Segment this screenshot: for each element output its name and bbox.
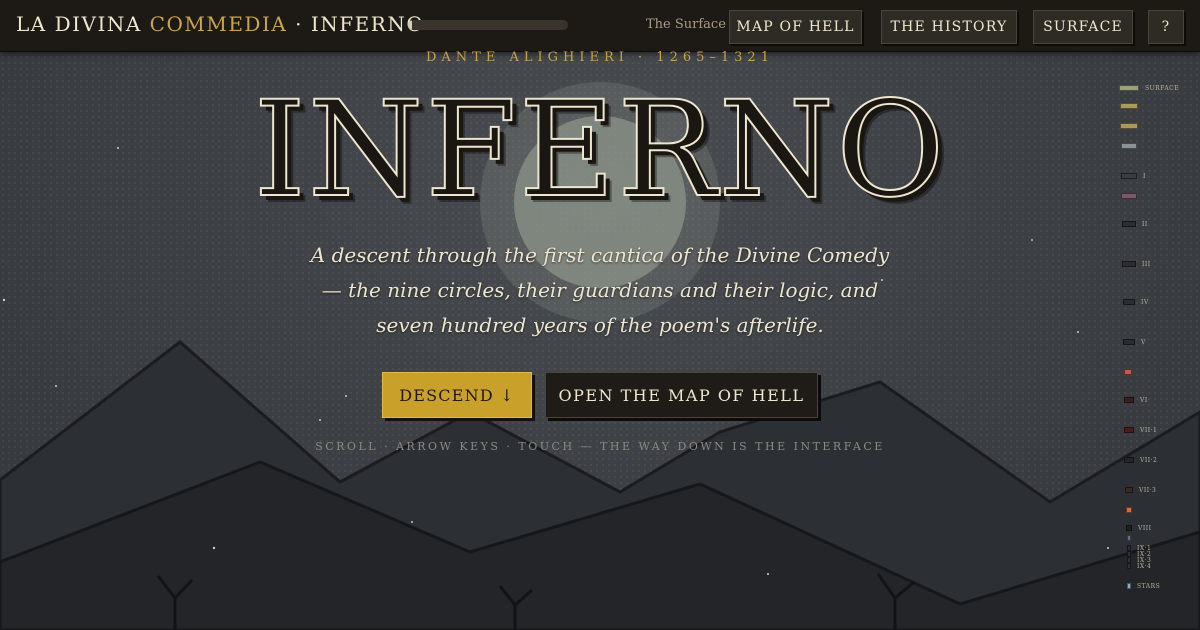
rail-item[interactable] (1121, 192, 1137, 200)
rail-swatch (1124, 397, 1134, 403)
rail-label: I (1143, 172, 1146, 180)
rail-item[interactable]: IX·4 (1127, 562, 1151, 570)
rail-swatch (1120, 123, 1138, 129)
descent-rail: SURFACE I II III IV V VI VII·1 VII·2 VII·3 VIII IX·… (1112, 78, 1200, 598)
rail-swatch (1121, 193, 1137, 199)
rail-label: IV (1141, 298, 1149, 306)
rail-swatch (1122, 221, 1136, 227)
map-of-hell-button[interactable]: MAP OF HELL (729, 10, 862, 44)
rail-label: VIII (1138, 524, 1152, 532)
rail-swatch (1123, 299, 1135, 305)
rail-swatch (1123, 339, 1135, 345)
descent-progress-fill (408, 20, 412, 30)
navigation-hint: SCROLL · ARROW KEYS · TOUCH — THE WAY DO… (315, 440, 885, 453)
rail-item[interactable]: VII·1 (1124, 426, 1157, 434)
rail-swatch (1126, 507, 1132, 513)
history-button[interactable]: THE HISTORY (881, 10, 1017, 44)
top-bar: LA DIVINA COMMEDIA · INFERNO The Surface… (0, 0, 1200, 52)
rail-label: IX·4 (1137, 562, 1152, 570)
open-map-button[interactable]: OPEN THE MAP OF HELL (545, 372, 818, 418)
rail-item[interactable]: I (1121, 172, 1146, 180)
rail-item[interactable]: VIII (1126, 524, 1151, 532)
rail-item[interactable]: III (1122, 260, 1151, 268)
rail-label: II (1142, 220, 1148, 228)
rail-item[interactable]: VII·2 (1124, 456, 1157, 464)
hero-title: INFERNO (253, 72, 947, 228)
rail-swatch (1122, 261, 1136, 267)
descent-progress-bar (408, 20, 568, 30)
rail-swatch (1121, 143, 1137, 149)
rail-swatch (1125, 487, 1133, 493)
rail-item[interactable]: VII·3 (1125, 486, 1156, 494)
rail-item[interactable] (1126, 506, 1132, 514)
surface-button[interactable]: SURFACE (1033, 10, 1133, 44)
rail-item[interactable] (1120, 102, 1138, 110)
rail-item[interactable] (1127, 534, 1131, 542)
rail-label: V (1141, 338, 1146, 346)
hero-tagline: A descent through the first cantica of t… (310, 243, 890, 337)
rail-item[interactable]: II (1122, 220, 1148, 228)
rail-item[interactable] (1121, 142, 1137, 150)
rail-label: STARS (1137, 582, 1161, 590)
rail-item[interactable]: SURFACE (1119, 84, 1179, 92)
rail-label: VII·3 (1139, 486, 1157, 494)
rail-swatch (1124, 369, 1132, 375)
rail-item[interactable]: STARS (1127, 582, 1160, 590)
brand-part2: · INFERNO (295, 12, 425, 36)
brand-part1: LA DIVINA (16, 12, 142, 36)
rail-swatch (1126, 525, 1132, 531)
rail-label: VII·2 (1140, 456, 1158, 464)
rail-label: III (1142, 260, 1151, 268)
help-button[interactable]: ? (1148, 10, 1184, 44)
rail-item[interactable] (1124, 368, 1132, 376)
rail-label: VI (1140, 396, 1148, 404)
rail-swatch (1120, 103, 1138, 109)
rail-label: VII·1 (1140, 426, 1158, 434)
rail-item[interactable] (1120, 122, 1138, 130)
rail-item[interactable]: V (1123, 338, 1146, 346)
rail-swatch (1127, 583, 1131, 589)
rail-label: SURFACE (1145, 84, 1180, 92)
rail-swatch (1127, 563, 1131, 569)
rail-item[interactable]: VI (1124, 396, 1148, 404)
rail-swatch (1124, 457, 1134, 463)
brand-title[interactable]: LA DIVINA COMMEDIA · INFERNO (16, 12, 424, 36)
brand-accent: COMMEDIA (149, 12, 288, 36)
rail-swatch (1124, 427, 1134, 433)
rail-swatch (1119, 85, 1139, 91)
descend-button[interactable]: DESCEND ↓ (382, 372, 532, 418)
author-line: DANTE ALIGHIERI · 1265–1321 (426, 50, 774, 65)
rail-item[interactable]: IV (1123, 298, 1149, 306)
rail-swatch (1127, 535, 1131, 541)
current-location: The Surface (646, 17, 726, 32)
rail-swatch (1121, 173, 1137, 179)
